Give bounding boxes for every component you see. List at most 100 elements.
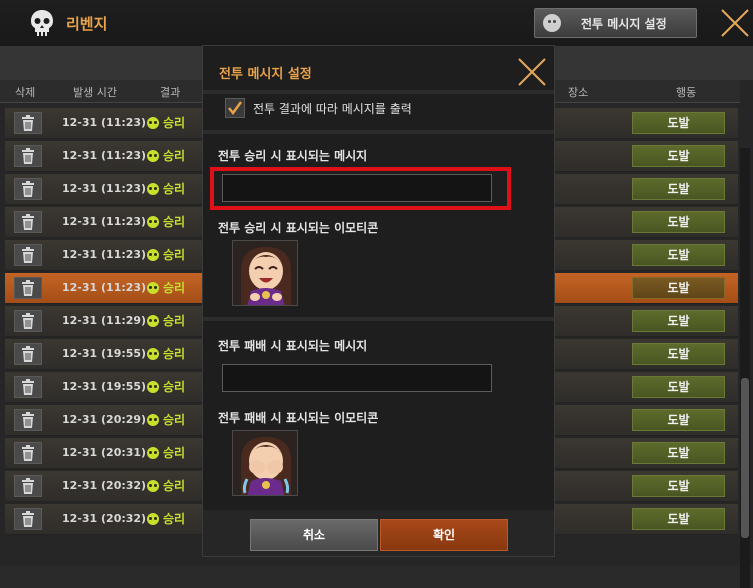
row-time: 12-31 (20:31) bbox=[62, 446, 147, 459]
close-icon[interactable] bbox=[516, 56, 548, 88]
skull-icon bbox=[147, 512, 159, 525]
taunt-button[interactable]: 도발 bbox=[632, 442, 725, 464]
row-time: 12-31 (20:32) bbox=[62, 479, 147, 492]
row-result: 승리 bbox=[147, 114, 185, 131]
taunt-button[interactable]: 도발 bbox=[632, 244, 725, 266]
trash-icon[interactable] bbox=[14, 475, 42, 497]
taunt-button[interactable]: 도발 bbox=[632, 211, 725, 233]
skull-icon bbox=[147, 380, 159, 393]
row-result-label: 승리 bbox=[163, 512, 186, 526]
laughing-girl-icon bbox=[241, 247, 291, 305]
skull-icon bbox=[147, 182, 159, 195]
taunt-button[interactable]: 도발 bbox=[632, 508, 725, 530]
row-result: 승리 bbox=[147, 147, 185, 164]
row-result-label: 승리 bbox=[163, 479, 186, 493]
output-message-checkbox-row[interactable]: 전투 결과에 따라 메시지를 출력 bbox=[225, 98, 412, 118]
lose-emoticon-label: 전투 패배 시 표시되는 이모티콘 bbox=[218, 411, 379, 425]
row-result: 승리 bbox=[147, 477, 185, 494]
row-time: 12-31 (11:23) bbox=[62, 215, 147, 228]
lose-message-label: 전투 패배 시 표시되는 메시지 bbox=[218, 339, 368, 353]
win-emoticon[interactable] bbox=[232, 240, 298, 306]
scrollbar[interactable] bbox=[740, 148, 750, 588]
row-result: 승리 bbox=[147, 345, 185, 362]
header-result: 결과 bbox=[160, 86, 181, 99]
crying-girl-icon bbox=[241, 437, 291, 495]
divider bbox=[203, 317, 554, 321]
trash-icon[interactable] bbox=[14, 310, 42, 332]
skull-icon bbox=[147, 215, 159, 228]
taunt-button[interactable]: 도발 bbox=[632, 376, 725, 398]
taunt-button[interactable]: 도발 bbox=[632, 277, 725, 299]
row-time: 12-31 (19:55) bbox=[62, 347, 147, 360]
battle-message-dialog: 전투 메시지 설정 전투 결과에 따라 메시지를 출력 전투 승리 시 표시되는… bbox=[202, 45, 555, 557]
row-result-label: 승리 bbox=[163, 347, 186, 361]
win-message-label: 전투 승리 시 표시되는 메시지 bbox=[218, 149, 368, 163]
trash-icon[interactable] bbox=[14, 145, 42, 167]
trash-icon[interactable] bbox=[14, 277, 42, 299]
header-location: 장소 bbox=[568, 86, 589, 99]
taunt-button[interactable]: 도발 bbox=[632, 475, 725, 497]
row-result: 승리 bbox=[147, 213, 185, 230]
taunt-button[interactable]: 도발 bbox=[632, 409, 725, 431]
row-result-label: 승리 bbox=[163, 248, 186, 262]
trash-icon[interactable] bbox=[14, 376, 42, 398]
top-bar: 리벤지 전투 메시지 설정 bbox=[0, 0, 753, 46]
row-result-label: 승리 bbox=[163, 116, 186, 130]
taunt-button[interactable]: 도발 bbox=[632, 343, 725, 365]
lose-emoticon[interactable] bbox=[232, 430, 298, 496]
trash-icon[interactable] bbox=[14, 244, 42, 266]
scroll-thumb[interactable] bbox=[741, 378, 749, 538]
row-result: 승리 bbox=[147, 411, 185, 428]
skull-icon bbox=[147, 347, 159, 360]
row-time: 12-31 (11:23) bbox=[62, 149, 147, 162]
taunt-button[interactable]: 도발 bbox=[632, 145, 725, 167]
trash-icon[interactable] bbox=[14, 409, 42, 431]
row-result-label: 승리 bbox=[163, 446, 186, 460]
row-result: 승리 bbox=[147, 378, 185, 395]
trash-icon[interactable] bbox=[14, 343, 42, 365]
row-result-label: 승리 bbox=[163, 380, 186, 394]
skull-icon bbox=[147, 314, 159, 327]
close-icon[interactable] bbox=[718, 6, 752, 40]
row-time: 12-31 (20:29) bbox=[62, 413, 147, 426]
taunt-button[interactable]: 도발 bbox=[632, 112, 725, 134]
row-result-label: 승리 bbox=[163, 215, 186, 229]
skull-icon bbox=[147, 479, 159, 492]
output-message-label: 전투 결과에 따라 메시지를 출력 bbox=[253, 101, 412, 116]
battle-message-settings-button[interactable]: 전투 메시지 설정 bbox=[534, 8, 697, 38]
row-time: 12-31 (20:32) bbox=[62, 512, 147, 525]
taunt-button[interactable]: 도발 bbox=[632, 310, 725, 332]
battle-message-settings-label: 전투 메시지 설정 bbox=[581, 16, 667, 31]
row-result: 승리 bbox=[147, 312, 185, 329]
row-time: 12-31 (19:55) bbox=[62, 380, 147, 393]
skull-icon bbox=[147, 413, 159, 426]
header-action: 행동 bbox=[676, 86, 697, 99]
row-time: 12-31 (11:29) bbox=[62, 314, 147, 327]
trash-icon[interactable] bbox=[14, 178, 42, 200]
divider bbox=[203, 130, 554, 134]
skull-icon bbox=[147, 281, 159, 294]
trash-icon[interactable] bbox=[14, 442, 42, 464]
row-result: 승리 bbox=[147, 246, 185, 263]
trash-icon[interactable] bbox=[14, 508, 42, 530]
cancel-button[interactable]: 취소 bbox=[250, 519, 378, 551]
win-message-input[interactable] bbox=[222, 174, 492, 202]
skull-icon bbox=[147, 446, 159, 459]
trash-icon[interactable] bbox=[14, 112, 42, 134]
confirm-button[interactable]: 확인 bbox=[380, 519, 508, 551]
row-result-label: 승리 bbox=[163, 149, 186, 163]
skull-icon bbox=[147, 149, 159, 162]
lose-message-input[interactable] bbox=[222, 364, 492, 392]
taunt-button[interactable]: 도발 bbox=[632, 178, 725, 200]
trash-icon[interactable] bbox=[14, 211, 42, 233]
row-time: 12-31 (11:23) bbox=[62, 248, 147, 261]
header-delete: 삭제 bbox=[15, 86, 36, 99]
skull-icon bbox=[147, 116, 159, 129]
row-result-label: 승리 bbox=[163, 182, 186, 196]
row-result-label: 승리 bbox=[163, 314, 186, 328]
row-result-label: 승리 bbox=[163, 281, 186, 295]
row-time: 12-31 (11:23) bbox=[62, 182, 147, 195]
row-result: 승리 bbox=[147, 279, 185, 296]
row-result: 승리 bbox=[147, 510, 185, 527]
output-message-checkbox[interactable] bbox=[225, 98, 245, 118]
